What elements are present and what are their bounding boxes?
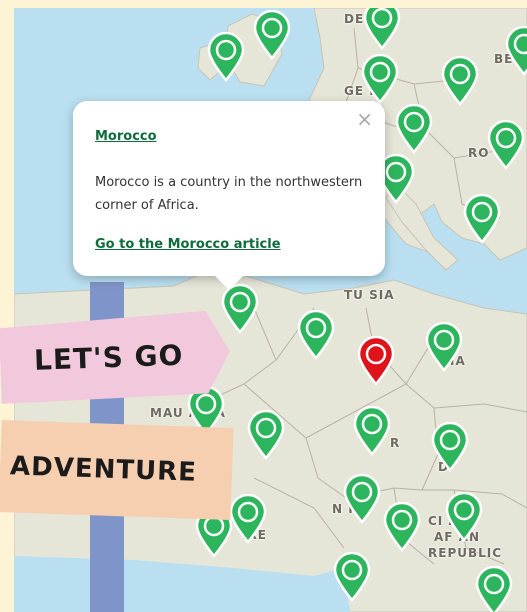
map-marker-icon <box>505 26 527 76</box>
map-label-tunisia: TU SIA <box>344 288 395 302</box>
map-marker-icon <box>441 56 479 106</box>
map-marker-icon <box>333 552 371 602</box>
map-pin-belgium-east[interactable] <box>504 26 527 76</box>
map-pin-cameroon[interactable] <box>382 502 422 552</box>
map-marker-icon <box>253 10 291 60</box>
map-pin-poland[interactable] <box>440 56 480 106</box>
map-marker-icon <box>361 54 399 104</box>
map-marker-icon <box>383 502 421 552</box>
map-marker-icon <box>445 492 483 542</box>
map-pin-ireland[interactable] <box>206 32 246 82</box>
map-marker-icon <box>247 410 285 460</box>
map-marker-icon <box>475 566 513 612</box>
map-popup: × Morocco Morocco is a country in the no… <box>73 101 385 290</box>
map-pin-mali[interactable] <box>246 410 286 460</box>
map-marker-icon <box>487 120 525 170</box>
map-marker-icon <box>363 8 401 50</box>
map-pin-drc[interactable] <box>474 566 514 612</box>
map-pin-denmark[interactable] <box>362 8 402 50</box>
map-pin-uk[interactable] <box>252 10 292 60</box>
map-pin-germany[interactable] <box>360 54 400 104</box>
map-pin-tunisia[interactable] <box>424 322 464 372</box>
map-pin-nigeria[interactable] <box>342 474 382 524</box>
map-marker-icon <box>425 322 463 372</box>
signpost-adventure: ADVENTURE <box>0 419 234 521</box>
map-pin-morocco[interactable] <box>220 284 260 334</box>
map-pin-niger[interactable] <box>352 406 392 456</box>
map-label-car-3: REPUBLIC <box>428 546 503 560</box>
popup-description: Morocco is a country in the northwestern… <box>95 175 363 213</box>
map-marker-icon <box>463 194 501 244</box>
map-marker-icon <box>343 474 381 524</box>
map-marker-icon <box>297 310 335 360</box>
map-pin-romania[interactable] <box>486 120 526 170</box>
map-pin-libya[interactable] <box>356 336 396 386</box>
popup-article-link[interactable]: Go to the Morocco article <box>95 237 281 252</box>
map-marker-icon <box>221 284 259 334</box>
map-marker-icon <box>431 422 469 472</box>
popup-title-link[interactable]: Morocco <box>95 129 157 144</box>
map-pin-chad[interactable] <box>430 422 470 472</box>
map-pin-gabon[interactable] <box>332 552 372 602</box>
map-marker-icon <box>395 104 433 154</box>
map-marker-icon <box>353 406 391 456</box>
map-marker-icon <box>229 494 267 544</box>
map-marker-icon <box>207 32 245 82</box>
map-pin-algeria-west[interactable] <box>296 310 336 360</box>
map-pin-car[interactable] <box>444 492 484 542</box>
map-pin-cote-divoire[interactable] <box>228 494 268 544</box>
map-marker-icon <box>357 336 395 386</box>
popup-tail <box>215 276 243 290</box>
close-icon[interactable]: × <box>356 107 373 131</box>
map-pin-greece[interactable] <box>462 194 502 244</box>
map-pin-austria[interactable] <box>394 104 434 154</box>
